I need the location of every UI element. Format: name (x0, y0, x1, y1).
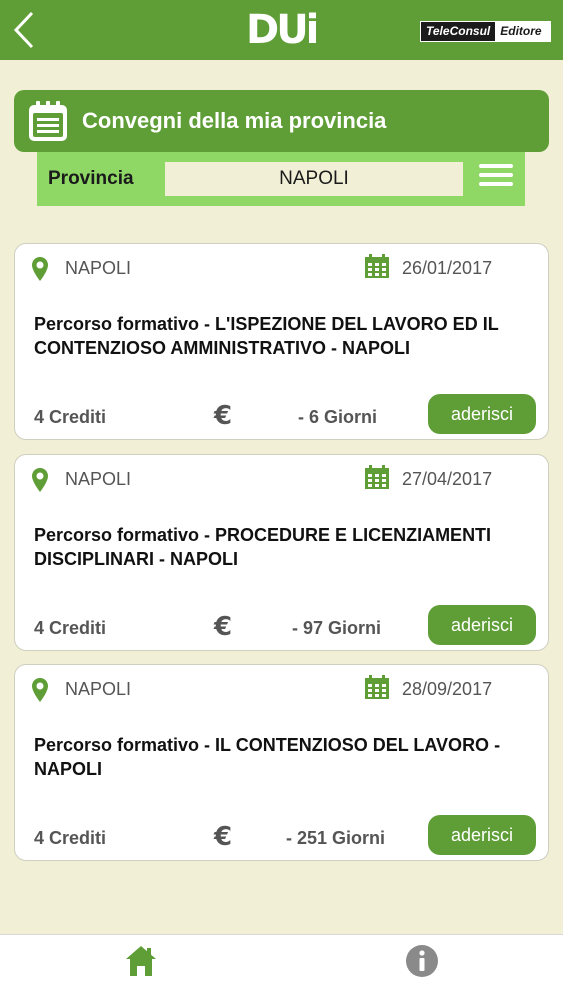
bottom-tab-bar (0, 934, 563, 1000)
publisher-label: Editore (495, 22, 550, 41)
event-city: NAPOLI (65, 258, 132, 278)
event-days: - 97 Giorni (292, 618, 382, 638)
back-button[interactable] (4, 8, 44, 52)
event-card[interactable]: NAPOLI 28/09/2017 Percorso formativo - I… (14, 664, 549, 861)
section-header: Convegni della mia provincia (14, 90, 549, 152)
app-logo: DUi (246, 7, 319, 53)
event-date: 26/01/2017 (402, 258, 493, 278)
event-credits: 4 Crediti (34, 828, 107, 848)
publisher-badge: TeleConsul Editore (420, 21, 551, 42)
event-credits: 4 Crediti (34, 618, 107, 638)
chevron-left-icon (13, 11, 34, 49)
event-card[interactable]: NAPOLI 26/01/2017 Percorso formativo - L… (14, 243, 549, 440)
province-label: Provincia (48, 168, 134, 189)
event-card[interactable]: NAPOLI 27/04/2017 Percorso formativo - P… (14, 454, 549, 651)
calendar-icon (365, 675, 389, 699)
join-button[interactable]: aderisci (428, 605, 536, 645)
province-select[interactable]: NAPOLI (165, 162, 463, 196)
location-pin-icon (32, 468, 48, 492)
event-credits: 4 Crediti (34, 407, 107, 427)
event-date: 27/04/2017 (402, 469, 493, 489)
join-button[interactable]: aderisci (428, 815, 536, 855)
info-icon[interactable] (405, 944, 439, 978)
euro-icon: € (214, 822, 233, 852)
calendar-notes-icon (29, 101, 67, 141)
page-title: Convegni della mia provincia (82, 108, 387, 133)
home-icon[interactable] (124, 944, 158, 978)
event-title: Percorso formativo - L'ISPEZIONE DEL LAV… (34, 314, 499, 358)
event-title: Percorso formativo - IL CONTENZIOSO DEL … (34, 735, 501, 779)
hamburger-icon (479, 164, 513, 168)
app-header: DUi TeleConsul Editore (0, 0, 563, 60)
province-filter: Provincia NAPOLI (37, 152, 525, 206)
calendar-icon (365, 254, 389, 278)
publisher-name: TeleConsul (421, 22, 496, 41)
location-pin-icon (32, 257, 48, 281)
calendar-icon (365, 465, 389, 489)
event-city: NAPOLI (65, 469, 132, 489)
event-title: Percorso formativo - PROCEDURE E LICENZI… (34, 525, 492, 569)
menu-button[interactable] (479, 164, 513, 194)
event-date: 28/09/2017 (402, 679, 493, 699)
euro-icon: € (214, 401, 233, 431)
event-city: NAPOLI (65, 679, 132, 699)
event-days: - 6 Giorni (298, 407, 378, 427)
euro-icon: € (214, 612, 233, 642)
location-pin-icon (32, 678, 48, 702)
event-days: - 251 Giorni (286, 828, 386, 848)
join-button[interactable]: aderisci (428, 394, 536, 434)
